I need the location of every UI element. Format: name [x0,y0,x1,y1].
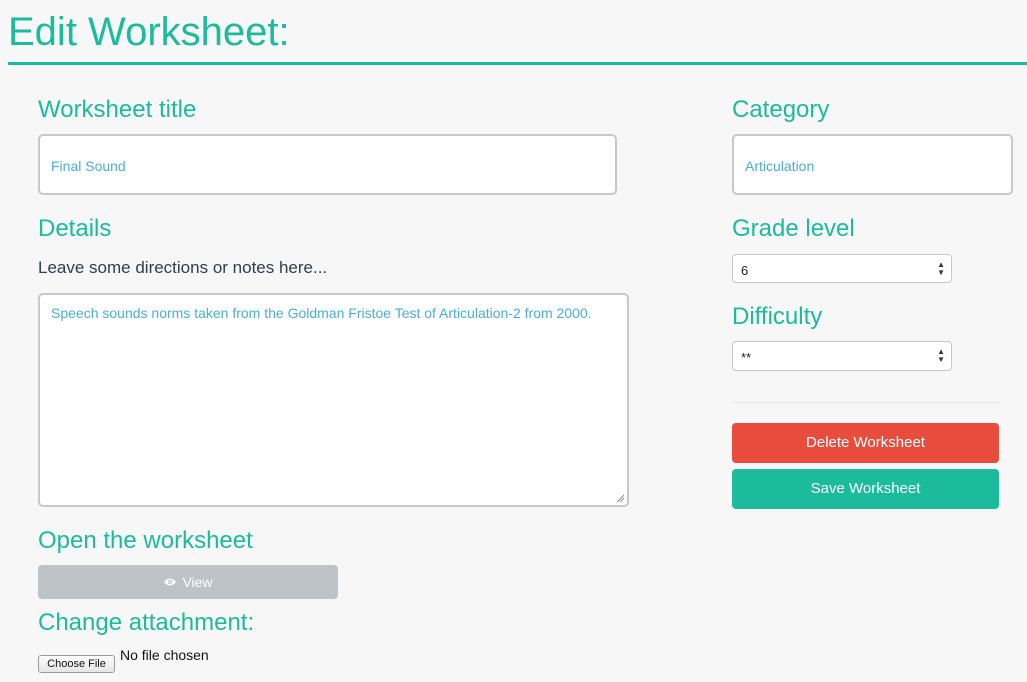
grade-level-value: 6 [741,263,749,278]
choose-file-button[interactable]: Choose File [38,655,115,673]
details-value: Speech sounds norms taken from the Goldm… [51,305,592,321]
difficulty-select[interactable]: ** ▲ ▼ [732,341,952,371]
details-label: Details [38,215,112,242]
grade-level-select[interactable]: 6 ▲ ▼ [732,254,952,283]
view-button-label: View [182,574,213,590]
title-divider [8,62,1027,65]
details-hint: Leave some directions or notes here... [38,258,328,277]
save-worksheet-button[interactable]: Save Worksheet [732,469,999,509]
sidebar-divider [732,402,1000,403]
delete-worksheet-button[interactable]: Delete Worksheet [732,423,999,463]
select-arrows-icon: ▲ ▼ [937,260,945,277]
category-label: Category [732,96,830,123]
category-input[interactable]: Articulation [732,134,1013,195]
difficulty-value: ** [741,350,752,365]
eye-icon [164,578,177,586]
worksheet-title-value: Final Sound [51,158,126,174]
category-value: Articulation [745,158,815,174]
page-title: Edit Worksheet: [8,10,290,54]
difficulty-label: Difficulty [732,303,823,330]
worksheet-title-label: Worksheet title [38,96,197,123]
grade-level-label: Grade level [732,215,855,242]
file-status-text: No file chosen [120,647,209,663]
edit-worksheet-page: Edit Worksheet: Worksheet title Final So… [0,0,1027,682]
open-worksheet-label: Open the worksheet [38,527,253,554]
view-button[interactable]: View [38,565,338,599]
resize-grip-icon[interactable] [616,494,625,503]
worksheet-title-input[interactable]: Final Sound [38,134,617,195]
select-arrows-icon: ▲ ▼ [937,347,945,364]
change-attachment-label: Change attachment: [38,609,255,636]
details-textarea[interactable]: Speech sounds norms taken from the Goldm… [38,293,629,507]
